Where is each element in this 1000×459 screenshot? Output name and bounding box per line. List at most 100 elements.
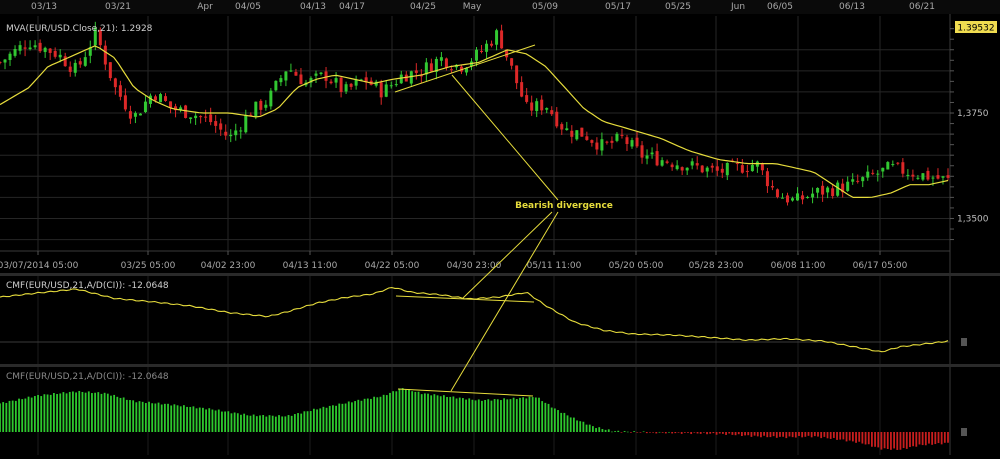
hist-bar <box>160 404 163 432</box>
hist-bar <box>217 409 220 432</box>
candle-body <box>806 197 810 199</box>
hist-bar <box>902 432 905 449</box>
candle-body <box>635 137 639 147</box>
annotation-label: Bearish divergence <box>515 201 613 211</box>
hist-bar <box>718 432 721 434</box>
candle-body <box>856 180 860 182</box>
candle-body <box>831 188 835 197</box>
hist-bar <box>354 401 357 432</box>
candle-body <box>78 61 82 65</box>
top-axis-label: 05/17 <box>605 2 631 12</box>
candle-body <box>269 90 273 107</box>
candle-body <box>490 43 494 46</box>
candle-body <box>640 145 644 158</box>
hist-bar <box>642 431 645 433</box>
candle-body <box>886 162 890 170</box>
hist-bar <box>2 402 5 432</box>
hist-bar <box>163 403 166 432</box>
candle-body <box>720 168 724 173</box>
candle-body <box>8 53 12 61</box>
hist-bar <box>373 396 376 432</box>
candle-body <box>821 185 825 195</box>
hist-bar <box>848 432 851 441</box>
candle-body <box>409 71 413 84</box>
candle-body <box>946 175 950 178</box>
hist-bar <box>832 432 835 438</box>
hist-bar <box>487 399 490 432</box>
hist-bar <box>363 398 366 432</box>
hist-bar <box>316 409 318 432</box>
hist-bar <box>861 432 864 444</box>
hist-bar <box>725 432 727 435</box>
candle-body <box>861 177 865 182</box>
candle-body <box>560 124 564 130</box>
cmf-line-scale-handle[interactable] <box>961 338 967 346</box>
hist-bar <box>788 432 791 437</box>
hist-bar <box>376 397 379 432</box>
hist-bar <box>122 397 125 432</box>
hist-bar <box>40 396 43 432</box>
hist-bar <box>614 431 616 432</box>
candle-body <box>389 85 393 87</box>
candle-body <box>921 173 925 180</box>
panel-separator-2[interactable] <box>0 364 1000 367</box>
hist-bar <box>496 399 499 432</box>
candle-body <box>264 104 268 108</box>
hist-bar <box>604 429 607 432</box>
hist-bar <box>677 432 680 433</box>
candle-body <box>545 108 549 110</box>
hist-bar <box>68 391 71 432</box>
time-axis-label: 06/17 05:00 <box>853 261 908 271</box>
candle-body <box>931 177 935 179</box>
hist-bar <box>33 396 36 432</box>
panel-separator-1[interactable] <box>0 273 1000 276</box>
candle-body <box>68 66 72 72</box>
cmf-hist-scale-handle[interactable] <box>961 428 967 436</box>
hist-bar <box>820 432 823 439</box>
hist-bar <box>928 432 930 444</box>
hist-bar <box>664 432 667 434</box>
hist-bar <box>493 399 496 432</box>
hist-bar <box>471 399 474 432</box>
candle-body <box>510 58 514 66</box>
hist-bar <box>801 432 804 438</box>
hist-bar <box>417 391 420 432</box>
candle-body <box>444 58 448 68</box>
candle-body <box>63 56 67 67</box>
hist-bar <box>696 432 699 434</box>
hist-bar <box>268 415 271 432</box>
candle-body <box>846 181 850 191</box>
candle-body <box>339 77 343 93</box>
time-axis-label: 05/11 11:00 <box>527 261 582 271</box>
candle-body <box>495 30 499 45</box>
top-axis-label: 03/21 <box>105 2 131 12</box>
candle-body <box>725 162 729 176</box>
hist-bar <box>522 397 525 432</box>
hist-bar <box>943 432 946 443</box>
candle-body <box>836 182 840 196</box>
candle-body <box>324 71 328 81</box>
candle-body <box>520 82 524 97</box>
hist-bar <box>75 392 77 432</box>
candle-body <box>404 74 408 82</box>
hist-bar <box>72 391 74 432</box>
candle-body <box>515 65 519 84</box>
hist-bar <box>582 421 585 432</box>
hist-bar <box>601 428 604 432</box>
candle-body <box>705 167 709 172</box>
chart-canvas[interactable]: 03/13 03/21 Apr 04/05 04/13 04/17 04/25 May 05/0… <box>0 0 1000 455</box>
candle-body <box>740 165 744 173</box>
hist-bar <box>623 431 626 432</box>
hist-bar <box>420 394 423 432</box>
hist-bar <box>810 432 813 438</box>
time-axis-label: 04/22 05:00 <box>365 261 420 271</box>
hist-bar <box>890 432 892 450</box>
hist-bar <box>208 408 211 432</box>
hist-bar <box>658 431 661 433</box>
hist-bar <box>798 432 800 436</box>
chart-stage[interactable]: 03/13 03/21 Apr 04/05 04/13 04/17 04/25 May 05/0… <box>0 0 1000 455</box>
hist-bar <box>129 400 131 432</box>
hist-bar <box>931 432 934 445</box>
hist-bar <box>572 417 575 432</box>
time-axis-label: 05/28 23:00 <box>689 261 744 271</box>
